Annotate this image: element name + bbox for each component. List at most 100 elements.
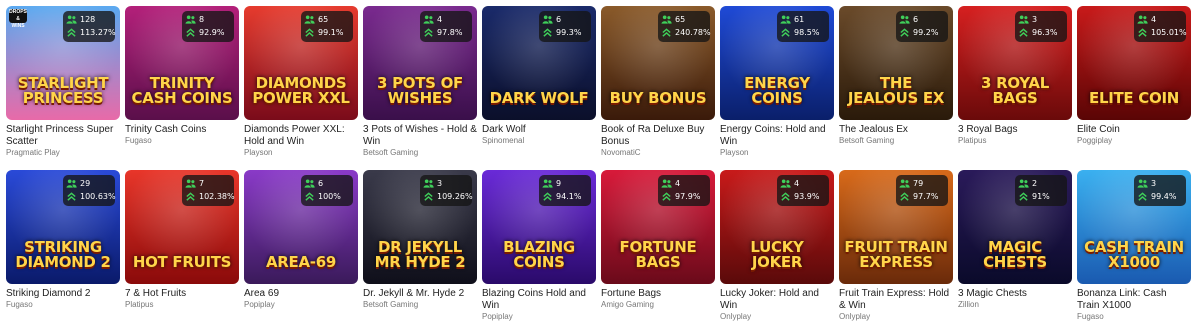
game-card[interactable]: MAGIC CHESTS 2 91% 3 Magic Chests Zillio… (958, 170, 1072, 328)
chevrons-up-icon (66, 27, 77, 38)
chevrons-up-icon (542, 27, 553, 38)
game-card[interactable]: BUY BONUS 65 240.78% Book of Ra Deluxe B… (601, 6, 715, 164)
game-provider[interactable]: Betsoft Gaming (363, 148, 477, 158)
game-name[interactable]: Blazing Coins Hold and Win (482, 288, 596, 312)
game-provider[interactable]: Onlyplay (839, 312, 953, 322)
game-thumbnail[interactable]: HOT FRUITS 7 102.38% (125, 170, 239, 284)
game-name[interactable]: 3 Pots of Wishes - Hold & Win (363, 124, 477, 148)
game-card[interactable]: DARK WOLF 6 99.3% Dark Wolf Spinomenal (482, 6, 596, 164)
game-card[interactable]: STRIKING DIAMOND 2 29 100.63% Striking D… (6, 170, 120, 328)
game-thumbnail[interactable]: AREA-69 6 100% (244, 170, 358, 284)
game-art-title: AREA-69 (265, 253, 336, 271)
game-card[interactable]: THE JEALOUS EX 6 99.2% The Jealous Ex Be… (839, 6, 953, 164)
game-provider[interactable]: Popiplay (482, 312, 596, 322)
game-card[interactable]: TRINITY CASH COINS 8 92.9% Trinity Cash … (125, 6, 239, 164)
game-name[interactable]: 3 Royal Bags (958, 124, 1072, 136)
game-card[interactable]: AREA-69 6 100% Area 69 Popiplay (244, 170, 358, 328)
player-count: 8 (199, 15, 205, 24)
chevrons-up-icon (899, 27, 910, 38)
game-name[interactable]: Dr. Jekyll & Mr. Hyde 2 (363, 288, 477, 300)
game-name[interactable]: Fruit Train Express: Hold & Win (839, 288, 953, 312)
chevrons-up-icon (661, 27, 672, 38)
chevrons-up-icon (899, 191, 910, 202)
game-name[interactable]: Elite Coin (1077, 124, 1191, 136)
game-thumbnail[interactable]: MAGIC CHESTS 2 91% (958, 170, 1072, 284)
game-name[interactable]: Starlight Princess Super Scatter (6, 124, 120, 148)
users-icon (304, 14, 315, 25)
game-name[interactable]: Fortune Bags (601, 288, 715, 300)
game-thumbnail[interactable]: DARK WOLF 6 99.3% (482, 6, 596, 120)
game-thumbnail[interactable]: ELITE COIN 4 105.01% (1077, 6, 1191, 120)
game-provider[interactable]: Fugaso (125, 136, 239, 146)
player-count: 3 (1151, 179, 1157, 188)
game-provider[interactable]: Platipus (958, 136, 1072, 146)
game-art-title: DARK WOLF (489, 89, 589, 107)
game-card[interactable]: 3 ROYAL BAGS 3 96.3% 3 Royal Bags Platip… (958, 6, 1072, 164)
game-thumbnail[interactable]: BUY BONUS 65 240.78% (601, 6, 715, 120)
game-name[interactable]: Striking Diamond 2 (6, 288, 120, 300)
game-provider[interactable]: Zillion (958, 300, 1072, 310)
game-card[interactable]: FORTUNE BAGS 4 97.9% Fortune Bags Amigo … (601, 170, 715, 328)
game-provider[interactable]: Poggiplay (1077, 136, 1191, 146)
game-thumbnail[interactable]: LUCKY JOKER 4 93.9% (720, 170, 834, 284)
game-thumbnail[interactable]: DR JEKYLL MR HYDE 2 3 109.26% (363, 170, 477, 284)
game-name[interactable]: Energy Coins: Hold and Win (720, 124, 834, 148)
game-provider[interactable]: Pragmatic Play (6, 148, 120, 158)
game-thumbnail[interactable]: 3 POTS OF WISHES 4 97.8% (363, 6, 477, 120)
game-provider[interactable]: Betsoft Gaming (363, 300, 477, 310)
users-icon (423, 14, 434, 25)
game-name[interactable]: 7 & Hot Fruits (125, 288, 239, 300)
game-thumbnail[interactable]: THE JEALOUS EX 6 99.2% (839, 6, 953, 120)
rtp-value: 113.27% (80, 28, 116, 37)
users-icon (1018, 178, 1029, 189)
game-provider[interactable]: NovomatiC (601, 148, 715, 158)
game-thumbnail[interactable]: BLAZING COINS 9 94.1% (482, 170, 596, 284)
game-thumbnail[interactable]: TRINITY CASH COINS 8 92.9% (125, 6, 239, 120)
game-thumbnail[interactable]: DIAMONDS POWER XXL 65 99.1% (244, 6, 358, 120)
game-provider[interactable]: Spinomenal (482, 136, 596, 146)
game-card[interactable]: BLAZING COINS 9 94.1% Blazing Coins Hold… (482, 170, 596, 328)
game-name[interactable]: Lucky Joker: Hold and Win (720, 288, 834, 312)
stats-badge: 6 99.2% (896, 11, 948, 42)
game-name[interactable]: Diamonds Power XXL: Hold and Win (244, 124, 358, 148)
game-art-title: FRUIT TRAIN EXPRESS (844, 238, 948, 271)
chevrons-up-icon (542, 191, 553, 202)
game-provider[interactable]: Playson (720, 148, 834, 158)
game-name[interactable]: Bonanza Link: Cash Train X1000 (1077, 288, 1191, 312)
game-provider[interactable]: Playson (244, 148, 358, 158)
game-thumbnail[interactable]: FRUIT TRAIN EXPRESS 79 97.7% (839, 170, 953, 284)
game-name[interactable]: Dark Wolf (482, 124, 596, 136)
game-card[interactable]: ELITE COIN 4 105.01% Elite Coin Poggipla… (1077, 6, 1191, 164)
game-thumbnail[interactable]: FORTUNE BAGS 4 97.9% (601, 170, 715, 284)
game-provider[interactable]: Amigo Gaming (601, 300, 715, 310)
game-thumbnail[interactable]: 3 ROYAL BAGS 3 96.3% (958, 6, 1072, 120)
game-card[interactable]: DIAMONDS POWER XXL 65 99.1% Diamonds Pow… (244, 6, 358, 164)
game-card[interactable]: CASH TRAIN X1000 3 99.4% Bonanza Link: C… (1077, 170, 1191, 328)
game-thumbnail[interactable]: CASH TRAIN X1000 3 99.4% (1077, 170, 1191, 284)
game-name[interactable]: Trinity Cash Coins (125, 124, 239, 136)
game-thumbnail[interactable]: STRIKING DIAMOND 2 29 100.63% (6, 170, 120, 284)
game-thumbnail[interactable]: ENERGY COINS 61 98.5% (720, 6, 834, 120)
game-card[interactable]: Starlight Princess 128 113.27% DROPS & W… (6, 6, 120, 164)
stats-badge: 8 92.9% (182, 11, 234, 42)
game-art-title: 3 POTS OF WISHES (377, 74, 463, 107)
game-provider[interactable]: Betsoft Gaming (839, 136, 953, 146)
game-thumbnail[interactable]: Starlight Princess 128 113.27% DROPS & W… (6, 6, 120, 120)
game-name[interactable]: The Jealous Ex (839, 124, 953, 136)
game-provider[interactable]: Fugaso (1077, 312, 1191, 322)
game-provider[interactable]: Fugaso (6, 300, 120, 310)
game-name[interactable]: Area 69 (244, 288, 358, 300)
chevrons-up-icon (66, 191, 77, 202)
game-name[interactable]: Book of Ra Deluxe Buy Bonus (601, 124, 715, 148)
game-provider[interactable]: Platipus (125, 300, 239, 310)
game-card[interactable]: DR JEKYLL MR HYDE 2 3 109.26% Dr. Jekyll… (363, 170, 477, 328)
rtp-value: 109.26% (437, 192, 473, 201)
game-card[interactable]: FRUIT TRAIN EXPRESS 79 97.7% Fruit Train… (839, 170, 953, 328)
game-provider[interactable]: Onlyplay (720, 312, 834, 322)
game-card[interactable]: ENERGY COINS 61 98.5% Energy Coins: Hold… (720, 6, 834, 164)
game-name[interactable]: 3 Magic Chests (958, 288, 1072, 300)
game-card[interactable]: HOT FRUITS 7 102.38% 7 & Hot Fruits Plat… (125, 170, 239, 328)
game-card[interactable]: LUCKY JOKER 4 93.9% Lucky Joker: Hold an… (720, 170, 834, 328)
game-provider[interactable]: Popiplay (244, 300, 358, 310)
game-card[interactable]: 3 POTS OF WISHES 4 97.8% 3 Pots of Wishe… (363, 6, 477, 164)
